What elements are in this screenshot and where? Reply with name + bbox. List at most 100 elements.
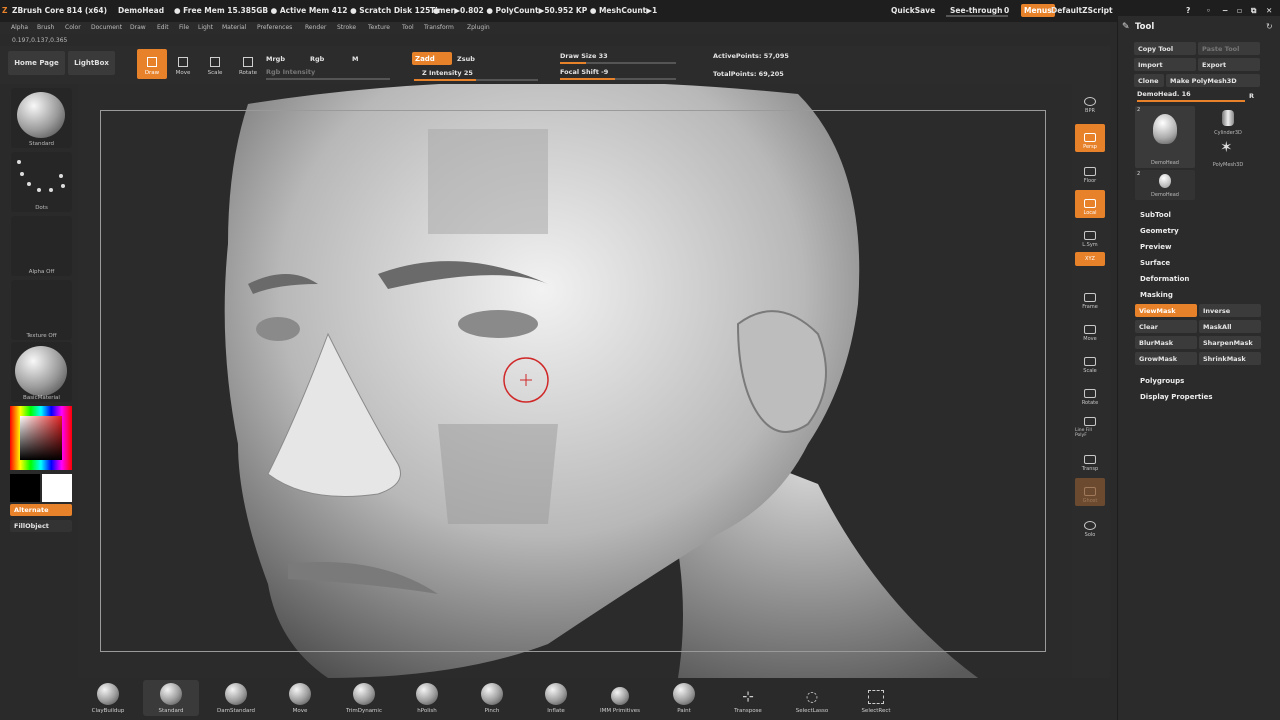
xyz-button[interactable]: XYZ [1075, 252, 1105, 266]
viewmask-button[interactable]: ViewMask [1135, 304, 1197, 317]
copy-tool-button[interactable]: Copy Tool [1134, 42, 1196, 55]
rotate-view-button[interactable]: Rotate [1075, 380, 1105, 408]
brush-hpolish[interactable]: hPolish [399, 680, 455, 716]
minimize-icon[interactable]: − [1222, 6, 1228, 15]
mrgb-button[interactable]: Mrgb [266, 55, 285, 63]
preview-section[interactable]: Preview [1140, 243, 1172, 251]
surface-section[interactable]: Surface [1140, 259, 1170, 267]
brush-trimdynamic[interactable]: TrimDynamic [336, 680, 392, 716]
menu-stroke[interactable]: Stroke [337, 24, 356, 31]
rotate-button[interactable]: Rotate [233, 49, 263, 79]
move-button[interactable]: Move [168, 49, 198, 79]
polygroups-section[interactable]: Polygroups [1140, 377, 1184, 385]
texture-selector[interactable]: Texture Off [11, 280, 72, 340]
display-properties-section[interactable]: Display Properties [1140, 393, 1213, 401]
brush-inflate[interactable]: Inflate [528, 680, 584, 716]
menu-tool[interactable]: Tool [402, 24, 414, 31]
menu-render[interactable]: Render [305, 24, 326, 31]
fillobject-button[interactable]: FillObject [10, 520, 72, 532]
maximize-icon[interactable]: ▫ [1237, 6, 1242, 15]
import-button[interactable]: Import [1134, 58, 1196, 71]
stroke-selector[interactable]: Dots [11, 152, 72, 212]
viewport-canvas[interactable] [78, 84, 1110, 678]
floor-button[interactable]: Floor [1075, 158, 1105, 186]
rgb-intensity-slider[interactable] [266, 78, 390, 80]
tool-slider[interactable] [1137, 100, 1245, 102]
brush-standard[interactable]: Standard [143, 680, 199, 716]
menu-brush[interactable]: Brush [37, 24, 54, 31]
quicksave-button[interactable]: QuickSave [891, 6, 935, 15]
growmask-button[interactable]: GrowMask [1135, 352, 1197, 365]
brush-selector[interactable]: Standard [11, 88, 72, 148]
brush-paint[interactable]: Paint [656, 680, 712, 716]
bpr-button[interactable]: BPR [1075, 88, 1105, 116]
inverse-button[interactable]: Inverse [1199, 304, 1261, 317]
scale-button[interactable]: Scale [200, 49, 230, 79]
local-button[interactable]: Local [1075, 190, 1105, 218]
menu-color[interactable]: Color [65, 24, 81, 31]
maskall-button[interactable]: MaskAll [1199, 320, 1261, 333]
geometry-section[interactable]: Geometry [1140, 227, 1179, 235]
home-page-button[interactable]: Home Page [8, 51, 65, 75]
brush-claybuildup[interactable]: ClayBuildup [80, 680, 136, 716]
frame-button[interactable]: Frame [1075, 284, 1105, 312]
scale-view-button[interactable]: Scale [1075, 348, 1105, 376]
brush-selectrect[interactable]: SelectRect [848, 680, 904, 716]
brush-pinch[interactable]: Pinch [464, 680, 520, 716]
menu-edit[interactable]: Edit [157, 24, 169, 31]
menu-file[interactable]: File [179, 24, 189, 31]
brush-selectlasso[interactable]: ◌ SelectLasso [784, 680, 840, 716]
shrinkmask-button[interactable]: ShrinkMask [1199, 352, 1261, 365]
default-zscript[interactable]: DefaultZScript [1051, 6, 1113, 15]
palette-dock-icon[interactable]: ↻ [1266, 22, 1273, 31]
menu-zplugin[interactable]: Zplugin [467, 24, 490, 31]
menu-draw[interactable]: Draw [130, 24, 146, 31]
tool-thumb-demohead-active[interactable]: 2 DemoHead [1135, 106, 1195, 168]
tool-thumb-demohead[interactable]: 2 DemoHead [1135, 170, 1195, 200]
brush-transpose[interactable]: ⊹ Transpose [720, 680, 776, 716]
menu-preferences[interactable]: Preferences [257, 24, 292, 31]
brush-imm-primitives[interactable]: IMM Primitives [592, 680, 648, 716]
tool-thumb-polymesh3d[interactable]: ✶ PolyMesh3D [1198, 138, 1258, 170]
menu-texture[interactable]: Texture [368, 24, 390, 31]
z-intensity-slider[interactable] [414, 79, 538, 81]
primary-color-swatch[interactable] [42, 474, 72, 502]
persp-button[interactable]: Persp [1075, 124, 1105, 152]
tool-thumb-cylinder3d[interactable]: Cylinder3D [1198, 106, 1258, 138]
move-view-button[interactable]: Move [1075, 316, 1105, 344]
zsub-button[interactable]: Zsub [457, 55, 475, 63]
menu-document[interactable]: Document [91, 24, 122, 31]
menu-transform[interactable]: Transform [424, 24, 454, 31]
solo-button[interactable]: Solo [1075, 512, 1105, 540]
brush-move[interactable]: Move [272, 680, 328, 716]
export-button[interactable]: Export [1198, 58, 1260, 71]
lsym-button[interactable]: L.Sym [1075, 222, 1105, 250]
masking-section[interactable]: Masking [1140, 291, 1173, 299]
draw-button[interactable]: Draw [137, 49, 167, 79]
menu-material[interactable]: Material [222, 24, 246, 31]
sharpenmask-button[interactable]: SharpenMask [1199, 336, 1261, 349]
color-picker[interactable] [10, 406, 72, 470]
ghost-button[interactable]: Ghost [1075, 478, 1105, 506]
draw-size-slider[interactable] [560, 62, 676, 64]
restore-icon[interactable]: ⧉ [1251, 6, 1256, 16]
close-icon[interactable]: ✕ [1266, 6, 1272, 15]
color-saturation-square[interactable] [20, 416, 62, 460]
focal-shift-slider[interactable] [560, 78, 676, 80]
clone-button[interactable]: Clone [1134, 74, 1164, 87]
menu-light[interactable]: Light [198, 24, 213, 31]
alpha-selector[interactable]: Alpha Off [11, 216, 72, 276]
secondary-color-swatch[interactable] [10, 474, 40, 502]
subtool-section[interactable]: SubTool [1140, 211, 1171, 219]
menus-toggle[interactable]: Menus [1021, 4, 1055, 17]
material-selector[interactable]: BasicMaterial [11, 342, 72, 402]
clear-mask-button[interactable]: Clear [1135, 320, 1197, 333]
make-polymesh3d-button[interactable]: Make PolyMesh3D [1166, 74, 1260, 87]
paste-tool-button[interactable]: Paste Tool [1198, 42, 1260, 55]
tool-refresh-button[interactable]: R [1249, 92, 1254, 100]
blurmask-button[interactable]: BlurMask [1135, 336, 1197, 349]
m-button[interactable]: M [352, 55, 358, 63]
brush-damstandard[interactable]: DamStandard [208, 680, 264, 716]
zadd-button[interactable]: Zadd [412, 52, 452, 65]
help-icon[interactable]: ? [1186, 6, 1190, 15]
